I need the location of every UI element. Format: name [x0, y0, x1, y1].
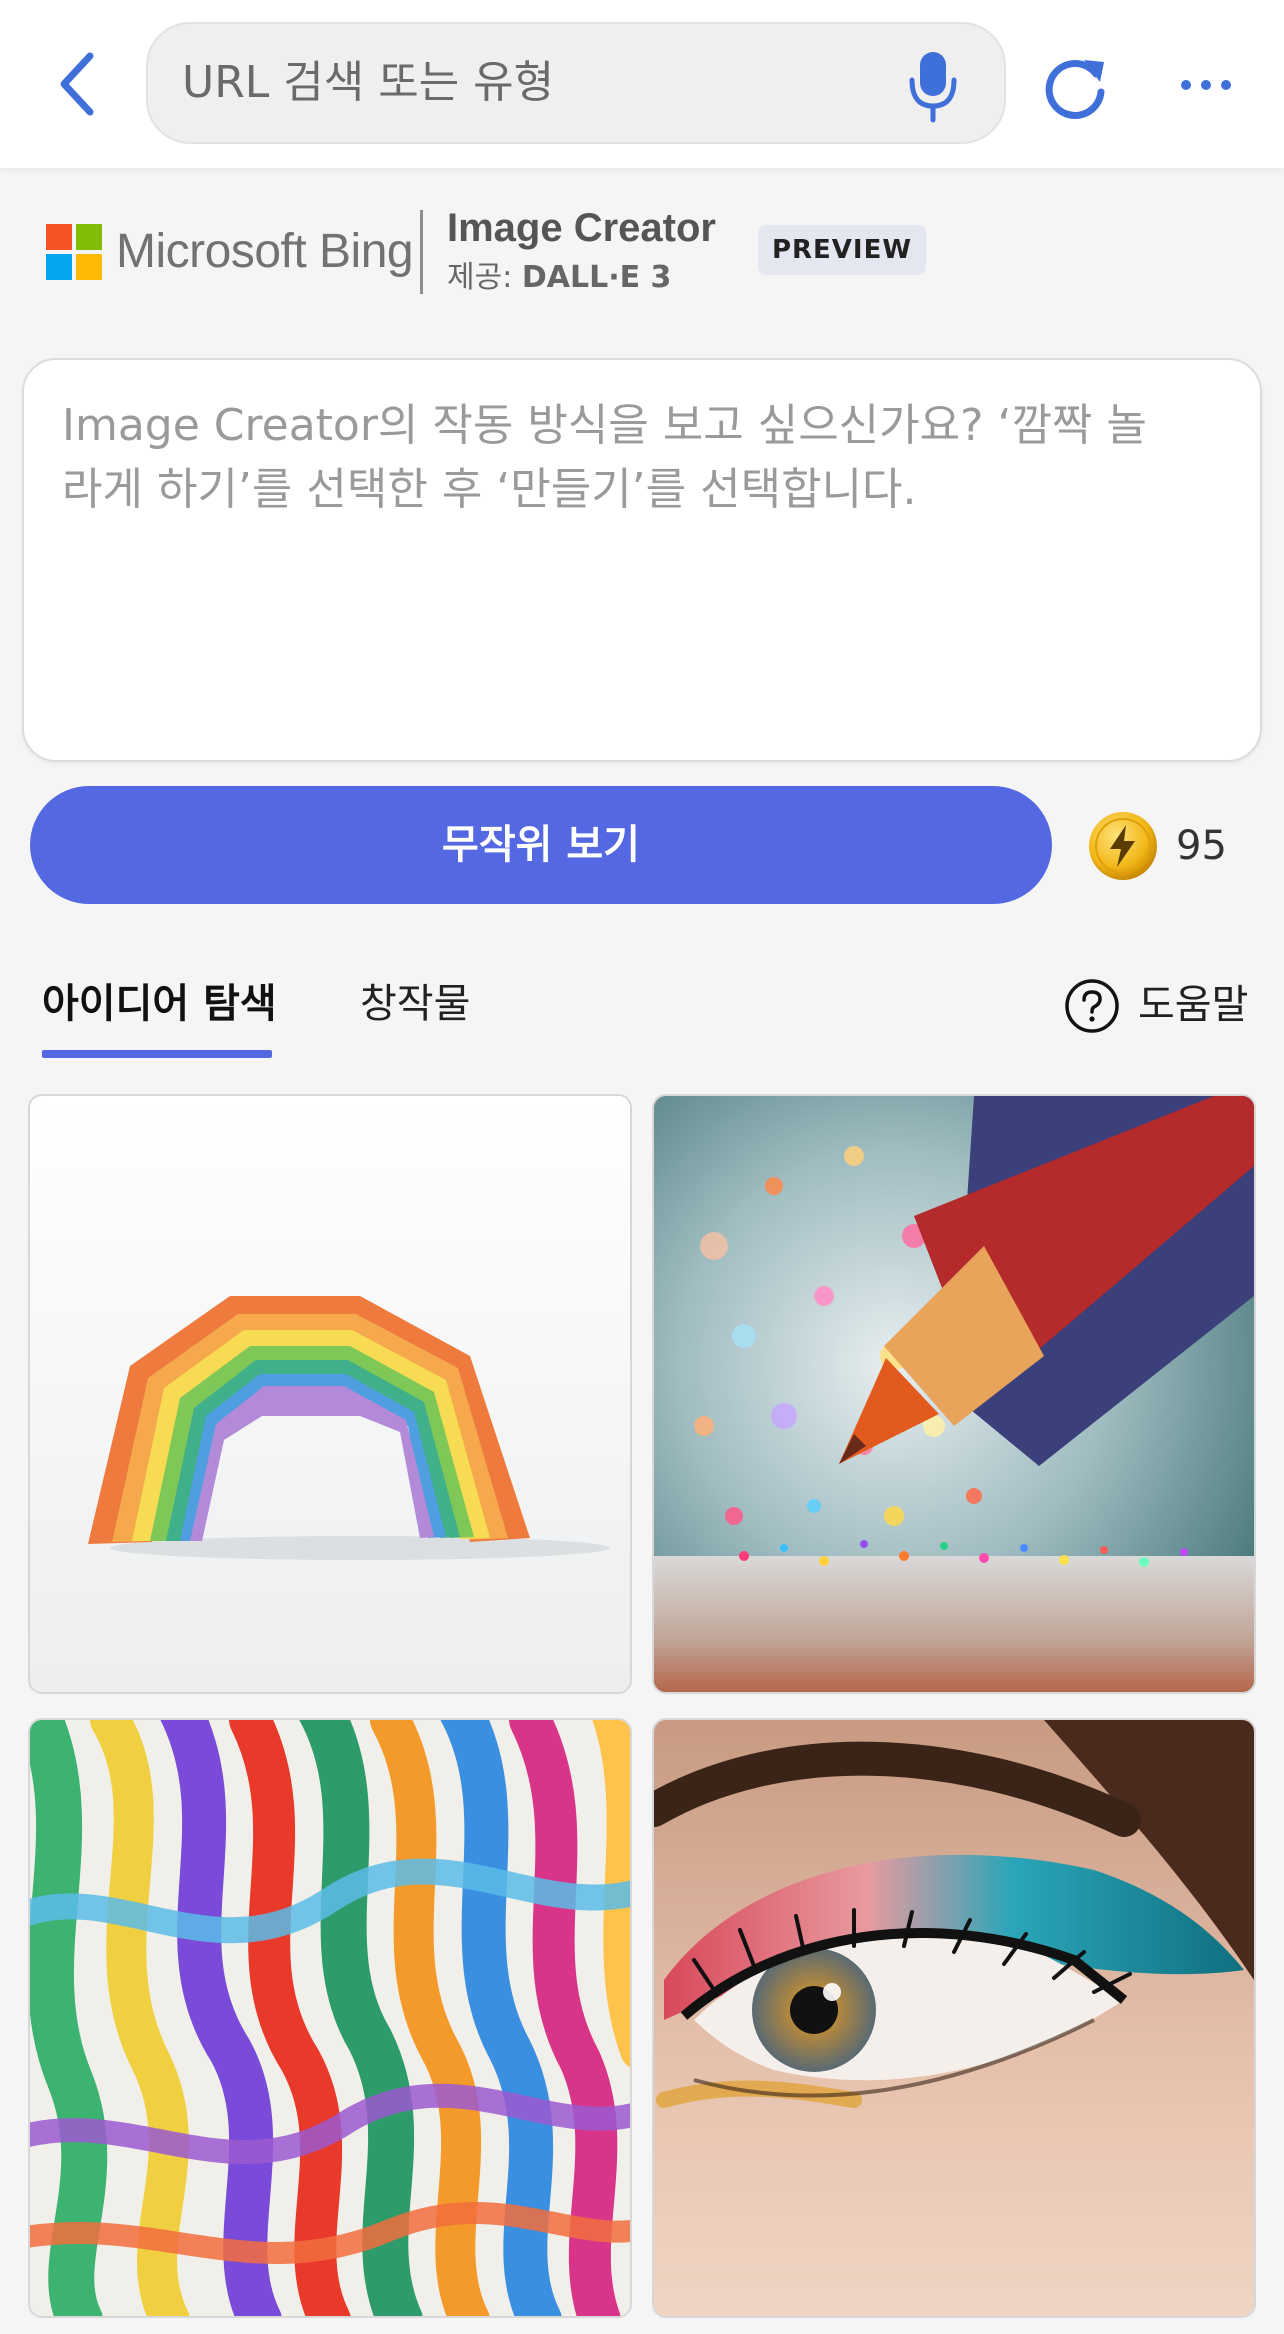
gallery-image-rainbow[interactable]: [28, 1094, 632, 1694]
url-search-input[interactable]: URL 검색 또는 유형: [146, 22, 1006, 144]
boost-count: 95: [1176, 823, 1227, 869]
rainbow-image: [30, 1096, 630, 1692]
more-icon[interactable]: [1176, 70, 1236, 100]
surprise-me-button[interactable]: 무작위 보기: [30, 786, 1052, 904]
powered-by-prefix: 제공:: [447, 260, 522, 295]
model-name: DALL·E 3: [521, 260, 672, 295]
prompt-textarea[interactable]: Image Creator의 작동 방식을 보고 싶으신가요? ‘깜짝 놀라게 …: [22, 358, 1262, 762]
help-label: 도움말: [1138, 982, 1249, 1028]
gallery-image-ribbons[interactable]: [28, 1718, 632, 2318]
boost-coin-icon[interactable]: [1088, 811, 1158, 881]
header-divider: [420, 210, 423, 294]
tab-creations[interactable]: 창작물: [360, 976, 470, 1032]
refresh-icon[interactable]: [1040, 52, 1110, 122]
gallery-image-pencil-glitter[interactable]: [652, 1094, 1256, 1694]
url-placeholder: URL 검색 또는 유형: [182, 57, 555, 108]
powered-by: 제공: DALL·E 3: [447, 258, 671, 298]
microphone-icon[interactable]: [906, 48, 960, 124]
microsoft-logo-icon[interactable]: [46, 224, 102, 280]
product-title[interactable]: Image Creator: [447, 204, 716, 252]
brand-name[interactable]: Microsoft Bing: [116, 220, 414, 284]
browser-toolbar: URL 검색 또는 유형: [0, 0, 1284, 168]
prompt-placeholder: Image Creator의 작동 방식을 보고 싶으신가요? ‘깜짝 놀라게 …: [62, 400, 1147, 515]
active-tab-indicator: [42, 1050, 272, 1058]
gallery-image-eye-makeup[interactable]: [652, 1718, 1256, 2318]
back-chevron-icon[interactable]: [46, 46, 108, 122]
eye-makeup-image: [654, 1720, 1254, 2316]
pencil-glitter-image: [654, 1096, 1254, 1692]
preview-badge: PREVIEW: [758, 225, 926, 275]
tab-explore-ideas[interactable]: 아이디어 탐색: [42, 976, 277, 1032]
ribbons-image: [30, 1720, 630, 2316]
help-circle-icon: [1064, 978, 1120, 1034]
